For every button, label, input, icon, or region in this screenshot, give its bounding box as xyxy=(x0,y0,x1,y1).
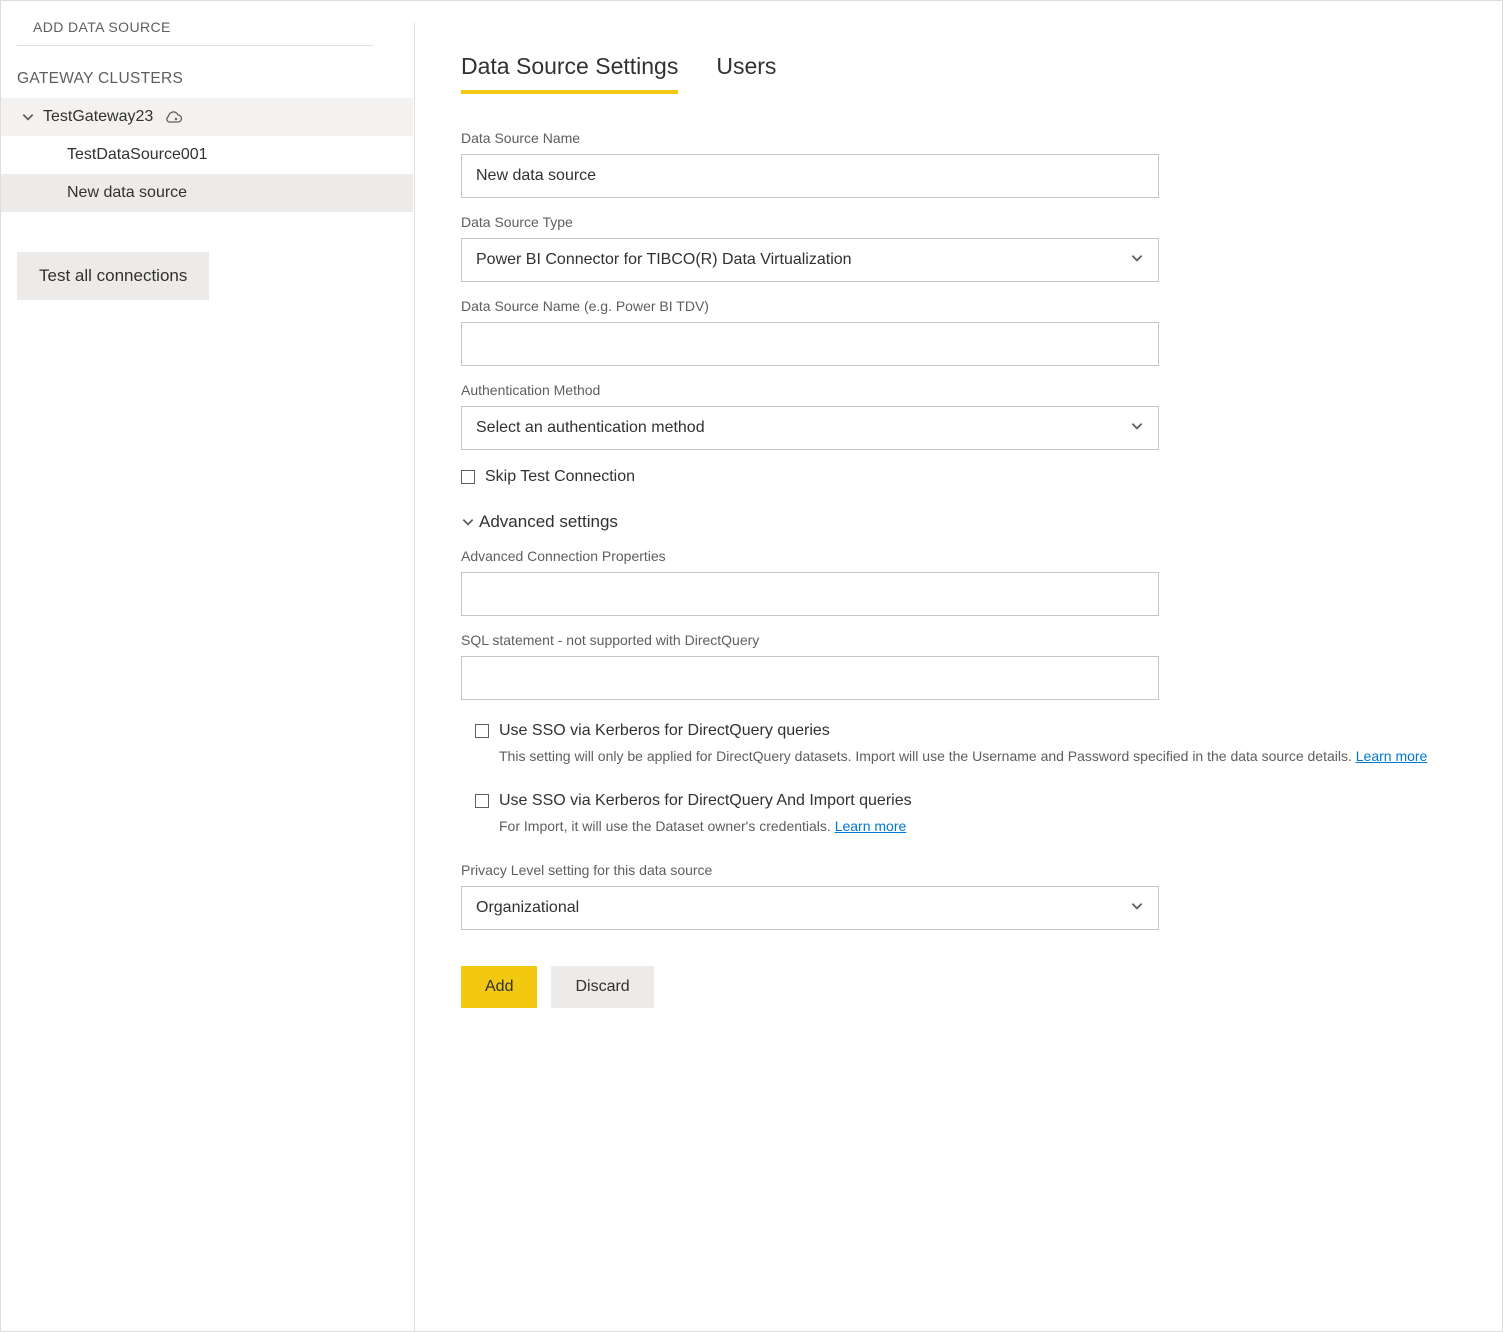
sso-dq-checkbox[interactable] xyxy=(475,724,489,738)
chevron-down-icon xyxy=(1130,899,1144,918)
data-source-type-select[interactable]: Power BI Connector for TIBCO(R) Data Vir… xyxy=(461,238,1159,282)
chevron-down-icon xyxy=(461,515,475,529)
advanced-settings-toggle[interactable]: Advanced settings xyxy=(461,512,1462,532)
auth-method-select[interactable]: Select an authentication method xyxy=(461,406,1159,450)
tabs: Data Source Settings Users xyxy=(461,53,1462,94)
learn-more-link[interactable]: Learn more xyxy=(835,818,907,834)
data-source-name-label: Data Source Name xyxy=(461,130,1462,146)
sidebar-item-new-datasource[interactable]: New data source xyxy=(1,174,413,212)
sql-statement-label: SQL statement - not supported with Direc… xyxy=(461,632,1462,648)
tab-users[interactable]: Users xyxy=(716,53,776,94)
datasource-label: New data source xyxy=(67,184,187,202)
main-content: Data Source Settings Users Data Source N… xyxy=(414,23,1502,1331)
test-all-connections-button[interactable]: Test all connections xyxy=(17,252,209,300)
select-value: Organizational xyxy=(476,899,579,917)
cloud-status-icon xyxy=(163,109,183,125)
sidebar: ADD DATA SOURCE GATEWAY CLUSTERS TestGat… xyxy=(1,1,414,1331)
discard-button[interactable]: Discard xyxy=(551,966,653,1008)
add-data-source-title: ADD DATA SOURCE xyxy=(17,13,373,46)
learn-more-link[interactable]: Learn more xyxy=(1356,748,1428,764)
sso-both-checkbox[interactable] xyxy=(475,794,489,808)
data-source-name-input[interactable] xyxy=(461,154,1159,198)
sidebar-item-datasource[interactable]: TestDataSource001 xyxy=(1,136,413,174)
sso-dq-helper-text: This setting will only be applied for Di… xyxy=(499,748,1356,764)
sso-both-helper: For Import, it will use the Dataset owne… xyxy=(499,818,1462,834)
sso-both-label: Use SSO via Kerberos for DirectQuery And… xyxy=(499,792,912,810)
gateway-clusters-label: GATEWAY CLUSTERS xyxy=(1,70,413,98)
select-value: Power BI Connector for TIBCO(R) Data Vir… xyxy=(476,251,852,269)
data-source-tdv-input[interactable] xyxy=(461,322,1159,366)
gateway-name: TestGateway23 xyxy=(43,108,153,126)
select-value: Select an authentication method xyxy=(476,419,705,437)
privacy-level-label: Privacy Level setting for this data sour… xyxy=(461,862,1462,878)
advanced-settings-label: Advanced settings xyxy=(479,512,618,532)
skip-test-row: Skip Test Connection xyxy=(461,468,1462,486)
datasource-label: TestDataSource001 xyxy=(67,146,208,164)
chevron-down-icon xyxy=(21,110,43,124)
sso-dq-label: Use SSO via Kerberos for DirectQuery que… xyxy=(499,722,830,740)
sso-dq-row: Use SSO via Kerberos for DirectQuery que… xyxy=(475,722,1462,740)
add-button[interactable]: Add xyxy=(461,966,537,1008)
adv-conn-input[interactable] xyxy=(461,572,1159,616)
chevron-down-icon xyxy=(1130,419,1144,438)
gateway-cluster-item[interactable]: TestGateway23 xyxy=(1,98,413,136)
chevron-down-icon xyxy=(1130,251,1144,270)
tab-data-source-settings[interactable]: Data Source Settings xyxy=(461,53,678,94)
adv-conn-label: Advanced Connection Properties xyxy=(461,548,1462,564)
sso-dq-helper: This setting will only be applied for Di… xyxy=(499,748,1462,764)
auth-method-label: Authentication Method xyxy=(461,382,1462,398)
sql-statement-input[interactable] xyxy=(461,656,1159,700)
data-source-tdv-label: Data Source Name (e.g. Power BI TDV) xyxy=(461,298,1462,314)
sso-both-row: Use SSO via Kerberos for DirectQuery And… xyxy=(475,792,1462,810)
skip-test-checkbox[interactable] xyxy=(461,470,475,484)
data-source-type-label: Data Source Type xyxy=(461,214,1462,230)
sso-both-helper-text: For Import, it will use the Dataset owne… xyxy=(499,818,835,834)
button-row: Add Discard xyxy=(461,966,1462,1008)
privacy-level-select[interactable]: Organizational xyxy=(461,886,1159,930)
skip-test-label: Skip Test Connection xyxy=(485,468,635,486)
